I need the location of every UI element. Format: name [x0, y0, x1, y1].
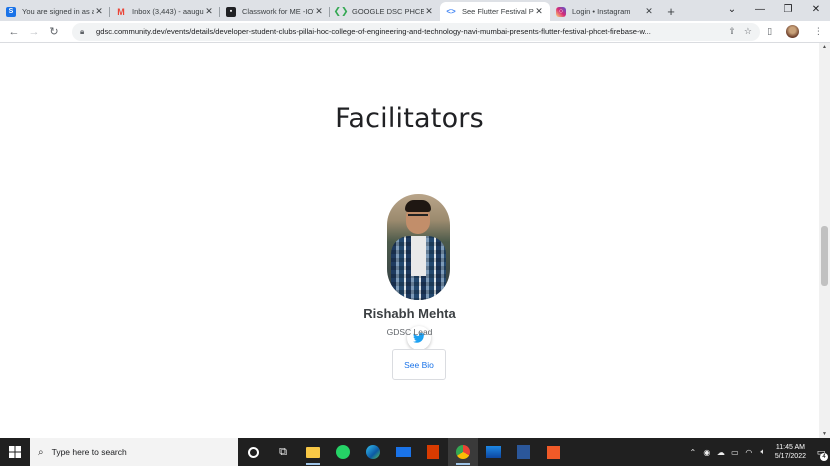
search-icon: ⌕ [38, 446, 44, 458]
address-bar: ← → ↻ 🔒︎ gdsc.community.dev/events/detai… [0, 21, 830, 43]
gdsc-icon: <> [446, 7, 456, 16]
facilitator-role: GDSC Lead [386, 327, 433, 337]
tab-title: Inbox (3,443) - aaugu [132, 7, 204, 16]
chrome-icon[interactable] [448, 438, 478, 466]
gmail-icon: M [117, 6, 125, 17]
scroll-up-icon[interactable]: ▲ [819, 44, 830, 50]
cortana-icon[interactable] [238, 438, 268, 466]
page-content: Facilitators Rishabh Mehta GDSC Lead See… [0, 43, 819, 438]
instagram-icon: ○ [556, 6, 566, 17]
minimize-icon[interactable]: — [746, 0, 774, 21]
scroll-down-icon[interactable]: ▼ [819, 431, 830, 437]
close-tab-icon[interactable]: ✕ [204, 6, 214, 17]
classroom-icon: ▪ [226, 6, 236, 17]
word-icon[interactable] [508, 438, 538, 466]
close-tab-icon[interactable]: ✕ [534, 6, 544, 17]
facilitator-photo [387, 194, 450, 300]
see-bio-button[interactable]: See Bio [392, 349, 446, 380]
section-heading: Facilitators [335, 103, 484, 134]
clock[interactable]: 11:45 AM 5/17/2022 [775, 443, 806, 461]
notification-center-icon[interactable]: ▭ 4 [812, 438, 830, 466]
scrollbar-thumb[interactable] [821, 226, 828, 286]
search-placeholder: Type here to search [51, 447, 127, 457]
browser-tab[interactable]: S You are signed in as a ✕ [0, 2, 110, 21]
gdsc-icon: ❮❯ [333, 6, 349, 16]
tab-search-icon[interactable]: ⌄ [718, 0, 746, 21]
menu-icon[interactable]: ⋮ [814, 26, 823, 37]
url-text: gdsc.community.dev/events/details/develo… [96, 27, 651, 36]
restore-icon[interactable]: ❐ [774, 0, 802, 21]
tab-title: GOOGLE DSC PHCET [352, 7, 424, 16]
close-tab-icon[interactable]: ✕ [424, 6, 434, 17]
forward-icon[interactable]: → [24, 26, 44, 38]
facilitator-name: Rishabh Mehta [363, 306, 456, 321]
back-icon[interactable]: ← [4, 26, 24, 38]
tab-title: See Flutter Festival Pl [462, 7, 534, 16]
battery-icon[interactable]: ▭ [729, 448, 741, 457]
profile-avatar[interactable] [786, 25, 800, 38]
url-field[interactable]: 🔒︎ gdsc.community.dev/events/details/dev… [72, 22, 760, 41]
app-icon[interactable] [538, 438, 568, 466]
security-icon[interactable]: ◉ [701, 448, 713, 457]
date-text: 5/17/2022 [774, 453, 806, 460]
s-icon: S [6, 6, 16, 17]
cloud-icon[interactable]: ☁ [715, 448, 727, 457]
taskbar-search-box[interactable]: ⌕ Type here to search [30, 438, 238, 466]
file-explorer-icon[interactable] [298, 438, 328, 466]
taskbar-apps: ⧉ [238, 438, 568, 466]
sidebar-icon[interactable]: ▯ [767, 26, 772, 37]
notification-badge: 4 [820, 453, 828, 461]
window-controls: ⌄ — ❐ ✕ [718, 0, 830, 21]
windows-logo-icon [9, 446, 21, 458]
close-window-icon[interactable]: ✕ [802, 0, 830, 21]
system-tray: ⌃ ◉ ☁ ▭ ◠ 🔈︎ 11:45 AM 5/17/2022 ▭ 4 [687, 438, 830, 466]
tab-title: Classwork for ME -IOT [242, 7, 314, 16]
close-tab-icon[interactable]: ✕ [314, 6, 324, 17]
photos-icon[interactable] [478, 438, 508, 466]
time-text: 11:45 AM [775, 444, 805, 451]
toolbar-actions: ▯ ⋮ [760, 25, 830, 38]
new-tab-button[interactable]: + [660, 2, 682, 21]
network-icon[interactable]: ◠ [743, 448, 755, 457]
mail-icon[interactable] [388, 438, 418, 466]
browser-tab-active[interactable]: <> See Flutter Festival Pl ✕ [440, 2, 550, 21]
whatsapp-icon[interactable] [328, 438, 358, 466]
tab-title: Login • Instagram [572, 7, 631, 16]
browser-tab-strip: S You are signed in as a ✕ M Inbox (3,44… [0, 0, 830, 21]
close-tab-icon[interactable]: ✕ [94, 6, 104, 17]
chevron-up-icon[interactable]: ⌃ [687, 448, 699, 457]
share-icon[interactable]: ⇪ [728, 26, 736, 37]
lock-icon[interactable]: 🔒︎ [80, 27, 92, 37]
browser-tab[interactable]: ○ Login • Instagram ✕ [550, 2, 660, 21]
task-view-icon[interactable]: ⧉ [268, 438, 298, 466]
browser-tab[interactable]: M Inbox (3,443) - aaugu ✕ [110, 2, 220, 21]
close-tab-icon[interactable]: ✕ [644, 6, 654, 17]
page-scrollbar[interactable]: ▲ ▼ [819, 43, 830, 438]
reload-icon[interactable]: ↻ [44, 25, 64, 38]
browser-tab[interactable]: ❮❯ GOOGLE DSC PHCET ✕ [330, 2, 440, 21]
edge-icon[interactable] [358, 438, 388, 466]
bookmark-star-icon[interactable]: ☆ [744, 26, 752, 37]
tab-title: You are signed in as a [22, 7, 94, 16]
volume-icon[interactable]: 🔈︎ [757, 447, 769, 457]
windows-taskbar: ⌕ Type here to search ⧉ ⌃ ◉ ☁ ▭ ◠ 🔈︎ 11:… [0, 438, 830, 466]
office-icon[interactable] [418, 438, 448, 466]
browser-tab[interactable]: ▪ Classwork for ME -IOT ✕ [220, 2, 330, 21]
windows-start-button[interactable] [0, 438, 30, 466]
